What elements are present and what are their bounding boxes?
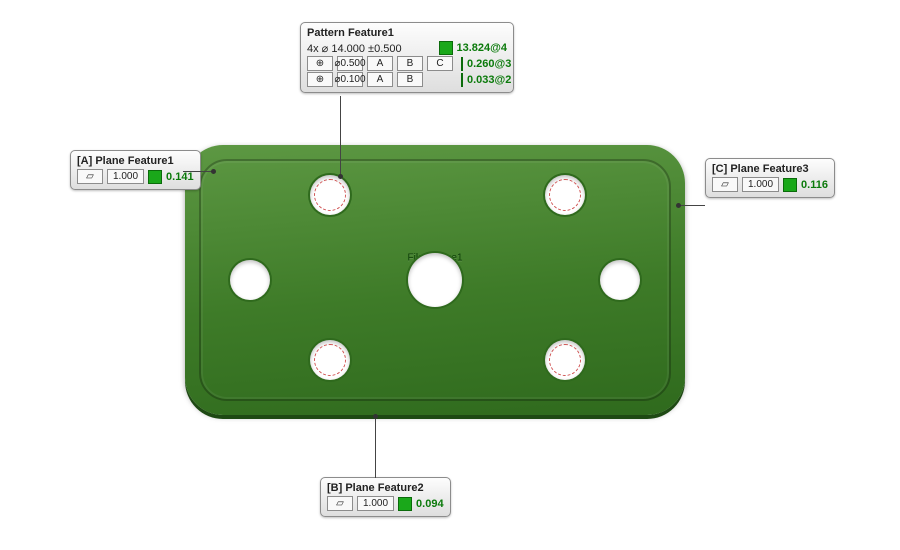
flatness-icon: ▱ [77,169,103,184]
leader-node [373,414,378,419]
leader-line [340,96,341,176]
datum: C [427,56,453,71]
gdt-value: 0.033@2 [467,74,511,86]
callout-pattern-feature1[interactable]: Pattern Feature1 4x ⌀ 14.000 ±0.500 13.8… [300,22,514,93]
datum: B [397,56,423,71]
callout-plane-c[interactable]: [C] Plane Feature3 ▱ 1.000 0.116 [705,158,835,198]
callout-title: [A] Plane Feature1 [77,155,194,167]
gdt-tol: 1.000 [357,496,394,511]
datum: A [367,56,393,71]
datum: B [397,72,423,87]
flatness-icon: ▱ [327,496,353,511]
leader-line [375,418,376,478]
gdt-value: 0.094 [416,498,444,510]
datum: A [367,72,393,87]
pattern-hole[interactable] [310,175,350,215]
callout-plane-a[interactable]: [A] Plane Feature1 ▱ 1.000 0.141 [70,150,201,190]
callout-title: [B] Plane Feature2 [327,482,444,494]
side-hole-right[interactable] [600,260,640,300]
pattern-hole[interactable] [310,340,350,380]
pass-swatch [439,41,453,55]
leader-line [183,171,213,172]
leader-node [211,169,216,174]
pattern-spec: 4x ⌀ 14.000 ±0.500 [307,42,402,55]
callout-title: [C] Plane Feature3 [712,163,828,175]
callout-title: Pattern Feature1 [307,27,507,39]
gdt-tol: ⌀0.100 [337,72,363,87]
pass-swatch [398,497,412,511]
gdt-symbol-icon: ⊕ [307,72,333,87]
callout-plane-b[interactable]: [B] Plane Feature2 ▱ 1.000 0.094 [320,477,451,517]
flatness-icon: ▱ [712,177,738,192]
pass-swatch [783,178,797,192]
leader-node [676,203,681,208]
gdt-tol: ⌀0.500 [337,56,363,71]
gdt-symbol-icon: ⊕ [307,56,333,71]
pattern-hole[interactable] [545,175,585,215]
pattern-measured: 13.824@4 [457,42,508,54]
pass-swatch [461,57,463,71]
viewport[interactable]: File Device1 Pattern Feature1 4x ⌀ 14.00… [0,0,900,550]
pass-swatch [461,73,463,87]
leader-node [338,174,343,179]
part-plate[interactable]: File Device1 [185,145,685,415]
gdt-value: 0.141 [166,171,194,183]
pass-swatch [148,170,162,184]
gdt-tol: 1.000 [742,177,779,192]
gdt-value: 0.260@3 [467,58,511,70]
pattern-hole[interactable] [545,340,585,380]
leader-line [680,205,705,206]
center-hole[interactable] [408,253,462,307]
side-hole-left[interactable] [230,260,270,300]
gdt-tol: 1.000 [107,169,144,184]
gdt-value: 0.116 [801,179,828,191]
